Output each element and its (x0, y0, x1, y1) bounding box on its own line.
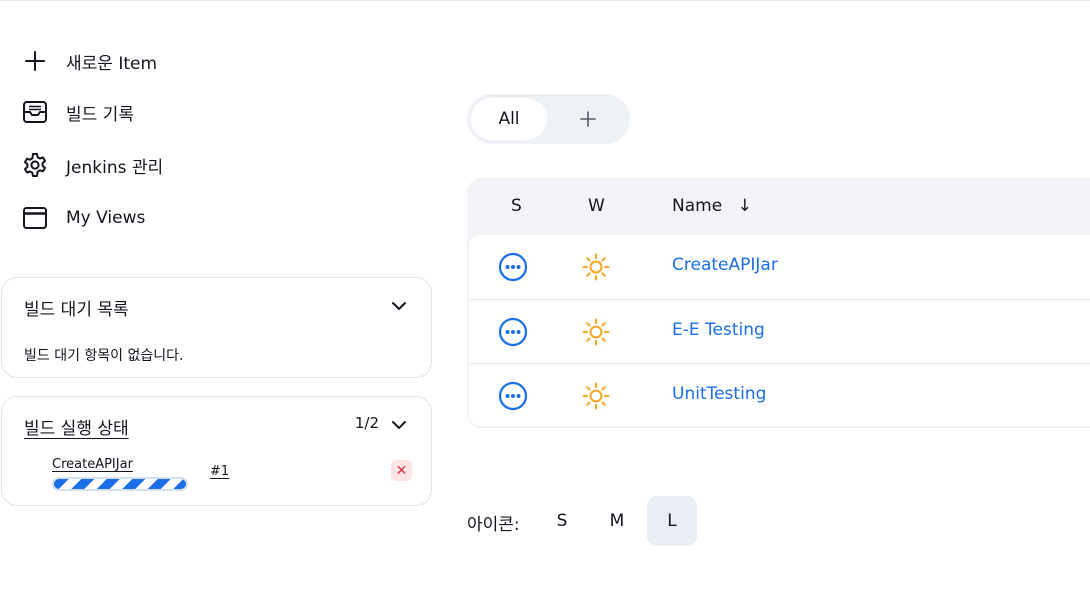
chevron-down-icon[interactable] (389, 415, 409, 435)
build-queue-title: 빌드 대기 목록 (24, 300, 129, 320)
column-header-name-label: Name (672, 196, 723, 216)
add-view-button[interactable] (567, 98, 609, 140)
executor-job-link[interactable]: CreateAPIJar (52, 457, 133, 472)
my-views-link[interactable]: My Views (20, 203, 145, 233)
tab-all[interactable]: All (471, 98, 547, 140)
job-link[interactable]: UnitTesting (672, 384, 766, 404)
inbox-icon (20, 97, 50, 127)
gear-icon (20, 150, 50, 180)
view-tabs: All (467, 94, 630, 144)
jobs-table: S W Name ↓ CreateAPIJar E-E Testing Unit… (467, 178, 1090, 428)
column-header-weather[interactable]: W (588, 196, 605, 216)
sun-icon[interactable] (581, 252, 611, 282)
table-row: E-E Testing (469, 299, 1090, 363)
manage-jenkins-link[interactable]: Jenkins 관리 (20, 150, 163, 180)
plus-icon (20, 46, 50, 76)
new-item-label: 새로운 Item (66, 53, 158, 74)
plus-icon (580, 111, 596, 127)
build-number-link[interactable]: #1 (210, 464, 229, 479)
executor-status-card: 빌드 실행 상태 1/2 CreateAPIJar #1 ✕ (1, 396, 432, 506)
sun-icon[interactable] (581, 317, 611, 347)
build-queue-empty-text: 빌드 대기 항목이 없습니다. (24, 348, 184, 364)
job-link[interactable]: CreateAPIJar (672, 255, 778, 275)
icon-size-medium-button[interactable]: M (592, 496, 642, 546)
build-queue-card: 빌드 대기 목록 빌드 대기 항목이 없습니다. (1, 277, 432, 378)
executor-status-title[interactable]: 빌드 실행 상태 (24, 414, 129, 439)
stop-build-button[interactable]: ✕ (391, 460, 412, 481)
build-history-label: 빌드 기록 (66, 104, 134, 125)
chevron-down-icon[interactable] (389, 296, 409, 316)
icon-size-label: 아이콘: (467, 515, 520, 535)
top-border (0, 0, 1090, 1)
table-row: CreateAPIJar (469, 235, 1090, 299)
column-header-name[interactable]: Name ↓ (672, 196, 752, 216)
close-icon: ✕ (395, 462, 408, 479)
manage-jenkins-label: Jenkins 관리 (66, 157, 164, 178)
table-row: UnitTesting (469, 363, 1090, 427)
executor-count: 1/2 (354, 414, 379, 432)
icon-size-large-button[interactable]: L (647, 496, 697, 546)
column-header-status[interactable]: S (511, 196, 522, 216)
table-body: CreateAPIJar E-E Testing UnitTesting (469, 235, 1090, 426)
build-progress-bar (52, 477, 188, 491)
new-item-link[interactable]: 새로운 Item (20, 46, 157, 76)
sort-arrow-icon: ↓ (737, 196, 752, 216)
in-progress-status-icon[interactable] (498, 381, 528, 411)
window-icon (20, 203, 50, 233)
icon-size-small-button[interactable]: S (537, 496, 587, 546)
job-link[interactable]: E-E Testing (672, 320, 765, 340)
sun-icon[interactable] (581, 381, 611, 411)
build-history-link[interactable]: 빌드 기록 (20, 97, 134, 127)
my-views-label: My Views (66, 208, 146, 228)
in-progress-status-icon[interactable] (498, 252, 528, 282)
in-progress-status-icon[interactable] (498, 317, 528, 347)
